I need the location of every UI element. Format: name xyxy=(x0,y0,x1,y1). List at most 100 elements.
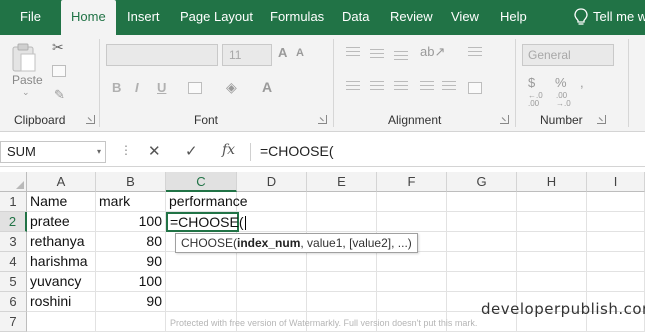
cell-i4[interactable] xyxy=(587,252,645,272)
row-header-7[interactable]: 7 xyxy=(0,312,27,332)
cell-e4[interactable] xyxy=(307,252,377,272)
select-all-corner[interactable] xyxy=(0,172,27,192)
tab-home[interactable]: Home xyxy=(61,0,116,35)
column-header-f[interactable]: F xyxy=(377,172,447,192)
row-header-1[interactable]: 1 xyxy=(0,192,27,212)
cell-g2[interactable] xyxy=(447,212,517,232)
cell-c1[interactable]: performance xyxy=(166,192,248,212)
cell-h4[interactable] xyxy=(517,252,587,272)
row-header-4[interactable]: 4 xyxy=(0,252,27,272)
increase-decimal-icon[interactable]: ←.0.00 xyxy=(528,92,543,108)
percent-icon[interactable]: % xyxy=(555,75,567,90)
decrease-indent-icon[interactable] xyxy=(420,81,434,93)
align-bottom-icon[interactable] xyxy=(394,51,408,63)
cut-icon[interactable]: ✂ xyxy=(52,39,64,56)
chevron-down-icon[interactable]: ⌄ xyxy=(22,87,30,98)
cell-a1[interactable]: Name xyxy=(27,192,96,212)
row-header-3[interactable]: 3 xyxy=(0,232,27,252)
cell-d1[interactable] xyxy=(237,192,307,212)
cell-b4[interactable]: 90 xyxy=(96,252,166,272)
font-launcher-icon[interactable] xyxy=(318,115,327,124)
cell-b7[interactable] xyxy=(96,312,166,332)
increase-indent-icon[interactable] xyxy=(442,81,456,93)
cell-c2-active[interactable]: =CHOOSE( xyxy=(166,212,246,232)
insert-function-icon[interactable]: fx xyxy=(222,142,235,158)
orientation-icon[interactable]: ab↗ xyxy=(420,44,445,60)
cell-d2[interactable] xyxy=(239,212,307,232)
tooltip-current-argument[interactable]: index_num xyxy=(237,236,300,250)
cell-f2[interactable] xyxy=(377,212,447,232)
tab-file[interactable]: File xyxy=(20,0,41,35)
column-header-e[interactable]: E xyxy=(307,172,377,192)
cell-i5[interactable] xyxy=(587,272,645,292)
cell-i2[interactable] xyxy=(587,212,645,232)
cell-a4[interactable]: harishma xyxy=(27,252,96,272)
number-format-select[interactable]: General xyxy=(522,44,614,66)
cell-h2[interactable] xyxy=(517,212,587,232)
underline-button[interactable]: U xyxy=(157,80,166,95)
cell-a3[interactable]: rethanya xyxy=(27,232,96,252)
decrease-decimal-icon[interactable]: .00 →.0 xyxy=(556,92,571,108)
tab-insert[interactable]: Insert xyxy=(127,0,160,35)
cell-b1[interactable]: mark xyxy=(96,192,166,212)
cell-d4[interactable] xyxy=(237,252,307,272)
formula-input[interactable]: =CHOOSE( xyxy=(260,143,334,159)
column-header-d[interactable]: D xyxy=(237,172,307,192)
cell-c5[interactable] xyxy=(166,272,237,292)
grow-font-icon[interactable]: A xyxy=(278,45,287,60)
tab-page-layout[interactable]: Page Layout xyxy=(180,0,253,35)
cell-f4[interactable] xyxy=(377,252,447,272)
cell-d5[interactable] xyxy=(237,272,307,292)
font-name-select[interactable] xyxy=(106,44,218,66)
clipboard-launcher-icon[interactable] xyxy=(86,115,95,124)
cell-b2[interactable]: 100 xyxy=(96,212,166,232)
column-header-h[interactable]: H xyxy=(517,172,587,192)
cell-b5[interactable]: 100 xyxy=(96,272,166,292)
align-right-icon[interactable] xyxy=(394,81,408,93)
copy-icon[interactable] xyxy=(52,65,66,77)
name-box[interactable]: SUM ▾ xyxy=(0,141,106,163)
align-center-icon[interactable] xyxy=(370,81,384,93)
number-launcher-icon[interactable] xyxy=(597,115,606,124)
wrap-text-icon[interactable] xyxy=(468,47,482,59)
tab-formulas[interactable]: Formulas xyxy=(270,0,324,35)
column-header-b[interactable]: B xyxy=(96,172,166,192)
cell-c6[interactable] xyxy=(166,292,237,312)
row-header-5[interactable]: 5 xyxy=(0,272,27,292)
font-size-select[interactable]: 11 xyxy=(222,44,272,66)
bold-button[interactable]: B xyxy=(112,80,121,95)
cell-a2[interactable]: pratee xyxy=(27,212,96,232)
cell-e6[interactable] xyxy=(307,292,377,312)
tab-view[interactable]: View xyxy=(451,0,479,35)
tell-me-search[interactable]: Tell me wha xyxy=(593,0,645,35)
font-color-icon[interactable]: A xyxy=(262,79,272,95)
row-header-2[interactable]: 2 xyxy=(0,212,27,232)
shrink-font-icon[interactable]: A xyxy=(296,47,304,59)
cell-h1[interactable] xyxy=(517,192,587,212)
column-header-a[interactable]: A xyxy=(27,172,96,192)
cell-d6[interactable] xyxy=(237,292,307,312)
cell-g4[interactable] xyxy=(447,252,517,272)
cell-e1[interactable] xyxy=(307,192,377,212)
tab-help[interactable]: Help xyxy=(500,0,527,35)
comma-style-icon[interactable]: , xyxy=(580,75,584,90)
merge-center-icon[interactable] xyxy=(468,82,482,94)
cell-a6[interactable]: roshini xyxy=(27,292,96,312)
column-header-c[interactable]: C xyxy=(166,172,237,192)
cancel-icon[interactable]: ✕ xyxy=(148,142,161,160)
cell-i3[interactable] xyxy=(587,232,645,252)
column-header-i[interactable]: I xyxy=(587,172,645,192)
cell-a5[interactable]: yuvancy xyxy=(27,272,96,292)
cell-c4[interactable] xyxy=(166,252,237,272)
column-header-g[interactable]: G xyxy=(447,172,517,192)
tab-review[interactable]: Review xyxy=(390,0,433,35)
enter-icon[interactable]: ✓ xyxy=(185,142,198,160)
chevron-down-icon[interactable]: ▾ xyxy=(97,142,101,162)
cell-h5[interactable] xyxy=(517,272,587,292)
fill-color-icon[interactable]: ◈ xyxy=(226,79,237,96)
cell-e2[interactable] xyxy=(307,212,377,232)
cell-b3[interactable]: 80 xyxy=(96,232,166,252)
cell-g3[interactable] xyxy=(447,232,517,252)
format-painter-icon[interactable]: ✎ xyxy=(54,87,65,103)
cell-f5[interactable] xyxy=(377,272,447,292)
